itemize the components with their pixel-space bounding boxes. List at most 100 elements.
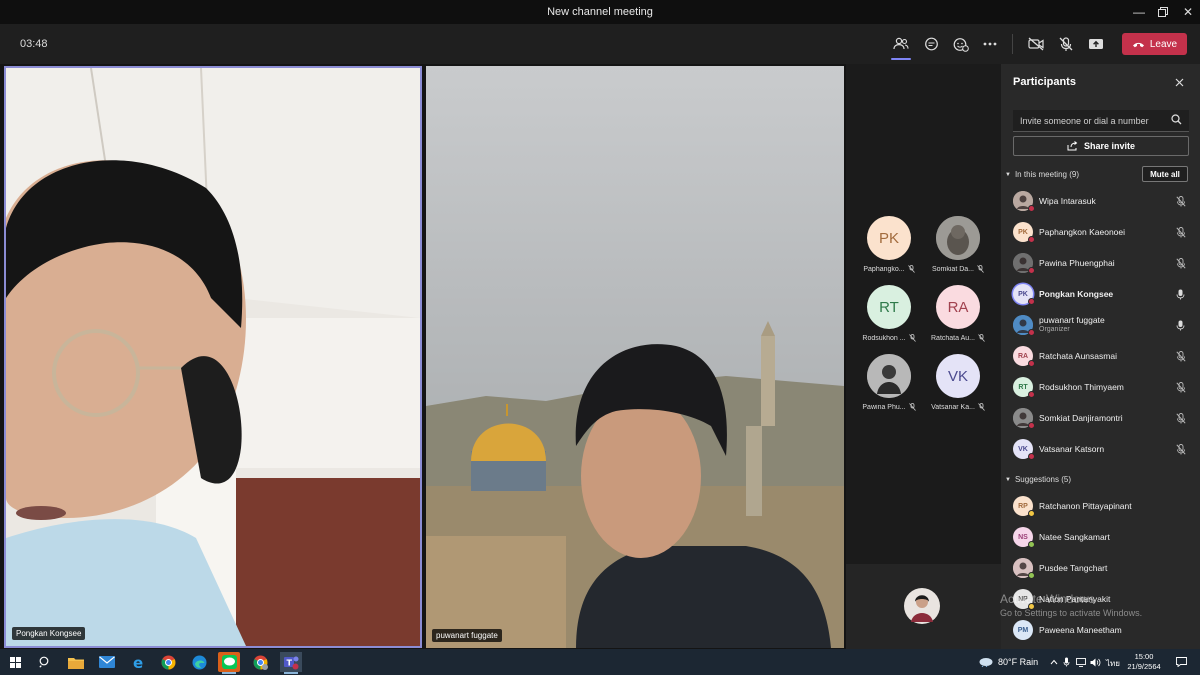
grid-participant[interactable]: Pawina Phu... xyxy=(855,348,923,414)
line-icon[interactable] xyxy=(218,652,240,674)
chevron-up-icon[interactable] xyxy=(1050,659,1058,665)
grid-participant[interactable]: Somkiat Da... xyxy=(924,210,992,276)
video-tile-pongkan[interactable]: Pongkan Kongsee xyxy=(4,66,422,648)
window-titlebar: New channel meeting — ✕ xyxy=(0,0,1200,24)
in-meeting-header[interactable]: ▼ In this meeting (9) xyxy=(1005,170,1079,179)
invite-input[interactable] xyxy=(1013,110,1189,132)
grid-participant-name: Ratchata Au... xyxy=(931,334,975,342)
participant-row[interactable]: VK Vatsanar Katsorn xyxy=(1013,435,1193,463)
search-icon[interactable] xyxy=(34,652,56,672)
mic-muted-icon[interactable] xyxy=(1176,380,1186,398)
participant-row[interactable]: RP Ratchanon Pittayapinant xyxy=(1013,492,1193,520)
presence-status-icon xyxy=(1028,422,1035,429)
presence-status-icon xyxy=(1028,360,1035,367)
taskbar-clock[interactable]: 15:00 21/9/2564 xyxy=(1122,652,1166,672)
tile-name-tag: Pongkan Kongsee xyxy=(12,627,86,640)
avatar-photo xyxy=(936,216,980,260)
chat-icon[interactable] xyxy=(918,32,944,56)
grid-participant[interactable]: RA Ratchata Au... xyxy=(924,279,992,345)
participant-row[interactable]: RT Rodsukhon Thimyaem xyxy=(1013,373,1193,401)
participant-row[interactable]: PK Pongkan Kongsee xyxy=(1013,280,1193,308)
notifications-icon[interactable] xyxy=(1176,657,1187,667)
mic-off-icon[interactable] xyxy=(1053,32,1079,56)
mic-muted-icon[interactable] xyxy=(1176,256,1186,274)
avatar: PM xyxy=(1013,620,1033,640)
participant-role: Organizer xyxy=(1039,326,1070,333)
file-explorer-icon[interactable] xyxy=(65,652,87,672)
self-view[interactable] xyxy=(846,564,1001,649)
start-icon[interactable] xyxy=(4,652,26,672)
avatar-initials: RT xyxy=(1018,383,1028,391)
avatar: VK xyxy=(936,354,980,398)
mic-muted-icon[interactable] xyxy=(1176,194,1186,212)
participant-row[interactable]: puwanart fuggate Organizer xyxy=(1013,311,1193,339)
presence-status-icon xyxy=(1028,298,1035,305)
avatar-photo xyxy=(867,354,911,398)
mic-muted-icon xyxy=(978,334,985,342)
grid-participant-name: Rodsukhon ... xyxy=(862,334,906,342)
mic-muted-icon[interactable] xyxy=(1176,442,1186,460)
participant-row[interactable]: PK Paphangkon Kaeonoei xyxy=(1013,218,1193,246)
avatar: RA xyxy=(936,285,980,329)
leave-button[interactable]: Leave xyxy=(1122,33,1187,55)
restore-icon[interactable] xyxy=(1150,2,1176,22)
network-icon[interactable] xyxy=(1076,658,1086,667)
participant-row[interactable]: RA Ratchata Aunsasmai xyxy=(1013,342,1193,370)
grid-participant-name: Paphangko... xyxy=(863,265,905,273)
mic-muted-icon[interactable] xyxy=(1176,225,1186,243)
participants-icon[interactable] xyxy=(888,32,914,60)
presence-status-icon xyxy=(1028,236,1035,243)
participant-row[interactable]: Wipa Intarasuk xyxy=(1013,187,1193,215)
windows-taskbar: e T 80°F Rain ไทย 15:00 21/9/2564 xyxy=(0,649,1200,675)
close-window-icon[interactable]: ✕ xyxy=(1175,2,1200,22)
mic-muted-icon[interactable] xyxy=(1176,411,1186,429)
mute-all-button[interactable]: Mute all xyxy=(1142,166,1188,182)
participant-row[interactable]: Pusdee Tangchart xyxy=(1013,554,1193,582)
minimize-icon[interactable]: — xyxy=(1126,2,1152,22)
clock-time: 15:00 xyxy=(1134,652,1154,661)
avatar-photo xyxy=(1013,315,1035,336)
close-panel-icon[interactable] xyxy=(1171,74,1187,90)
participant-name: Rodsukhon Thimyaem xyxy=(1039,382,1124,392)
teams-icon[interactable]: T xyxy=(280,652,302,674)
edge-icon[interactable] xyxy=(188,652,210,672)
weather-text: 80°F Rain xyxy=(998,657,1039,667)
search-icon[interactable] xyxy=(1171,114,1182,125)
mic-muted-icon[interactable] xyxy=(1176,349,1186,367)
share-invite-button[interactable]: Share invite xyxy=(1013,136,1189,156)
participant-name: Pawina Phuengphai xyxy=(1039,258,1115,268)
mail-icon[interactable] xyxy=(96,652,118,672)
panel-title: Participants xyxy=(1013,76,1076,88)
mic-on-icon[interactable] xyxy=(1176,287,1185,305)
camera-off-icon[interactable] xyxy=(1023,32,1049,56)
svg-text:e: e xyxy=(133,655,143,670)
activation-watermark: Activate Windows Go to Settings to activ… xyxy=(1000,592,1142,620)
video-tile-puwanart[interactable]: puwanart fuggate xyxy=(426,66,844,648)
chevron-down-icon: ▼ xyxy=(1005,171,1011,178)
suggestions-header[interactable]: ▼ Suggestions (5) xyxy=(1005,475,1071,484)
reactions-icon[interactable] xyxy=(948,32,974,56)
presence-status-icon xyxy=(1028,541,1035,548)
presence-status-icon xyxy=(1028,267,1035,274)
chrome-icon[interactable] xyxy=(157,652,179,672)
avatar-initials: PK xyxy=(1018,228,1028,236)
participant-name: Somkiat Danjiramontri xyxy=(1039,413,1123,423)
mic-on-icon[interactable] xyxy=(1176,318,1185,336)
share-screen-icon[interactable] xyxy=(1083,32,1109,56)
grid-participant[interactable]: PK Paphangko... xyxy=(855,210,923,276)
speaker-icon[interactable] xyxy=(1090,658,1101,667)
avatar-initials: PK xyxy=(1018,290,1028,298)
language-indicator[interactable]: ไทย xyxy=(1106,657,1120,670)
participant-row[interactable]: NS Natee Sangkamart xyxy=(1013,523,1193,551)
toolbar-divider xyxy=(1012,34,1013,54)
internet-explorer-icon[interactable]: e xyxy=(127,652,149,672)
chrome-profile-icon[interactable] xyxy=(249,652,271,672)
participant-row[interactable]: Somkiat Danjiramontri xyxy=(1013,404,1193,432)
microphone-tray-icon[interactable] xyxy=(1063,657,1070,667)
participant-row[interactable]: Pawina Phuengphai xyxy=(1013,249,1193,277)
grid-participant[interactable]: VK Vatsanar Ka... xyxy=(924,348,992,414)
grid-participant[interactable]: RT Rodsukhon ... xyxy=(855,279,923,345)
participant-row[interactable]: PM Paweena Maneetham xyxy=(1013,616,1193,644)
more-options-icon[interactable] xyxy=(977,32,1003,56)
presence-status-icon xyxy=(1028,572,1035,579)
